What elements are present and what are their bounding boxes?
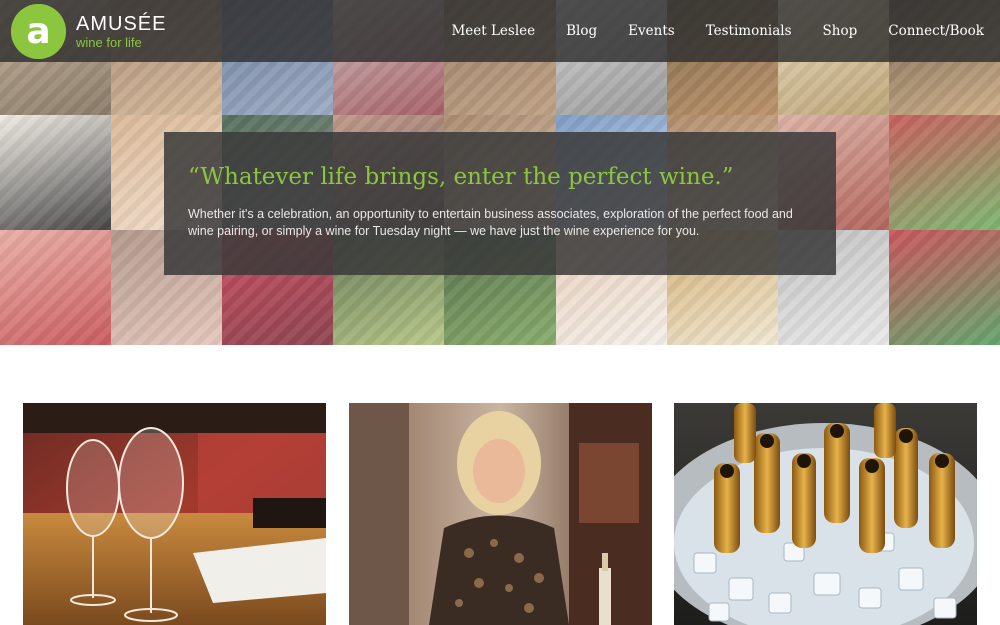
card-champagne-photo[interactable] [674,403,977,625]
hero-quote: “Whatever life brings, enter the perfect… [188,164,734,190]
logo-letter: a [26,11,50,52]
hero-quote-box: “Whatever life brings, enter the perfect… [164,132,836,275]
main-nav: Meet Leslee Blog Events Testimonials Sho… [420,0,984,62]
brand-name: AMUSÉE [76,12,167,35]
site-logo[interactable]: a AMUSÉE wine for life [11,4,166,59]
nav-events[interactable]: Events [628,23,675,39]
logo-wordmark: AMUSÉE wine for life [76,13,166,51]
hero-description: Whether it's a celebration, an opportuni… [188,207,793,238]
woman-with-wine-image [349,403,652,625]
wine-glasses-image [23,403,326,625]
nav-shop[interactable]: Shop [823,23,858,39]
card-wine-glasses-photo[interactable] [23,403,326,625]
champagne-on-ice-image [674,403,977,625]
logo-mark-icon: a [11,4,66,59]
nav-blog[interactable]: Blog [566,23,597,39]
site-header: a AMUSÉE wine for life Meet Leslee Blog … [0,0,1000,62]
nav-connect-book[interactable]: Connect/Book [888,23,984,39]
feature-cards [23,403,977,625]
card-woman-photo[interactable] [349,403,652,625]
nav-testimonials[interactable]: Testimonials [706,23,792,39]
nav-meet-leslee[interactable]: Meet Leslee [451,23,535,39]
brand-tagline: wine for life [76,34,142,50]
